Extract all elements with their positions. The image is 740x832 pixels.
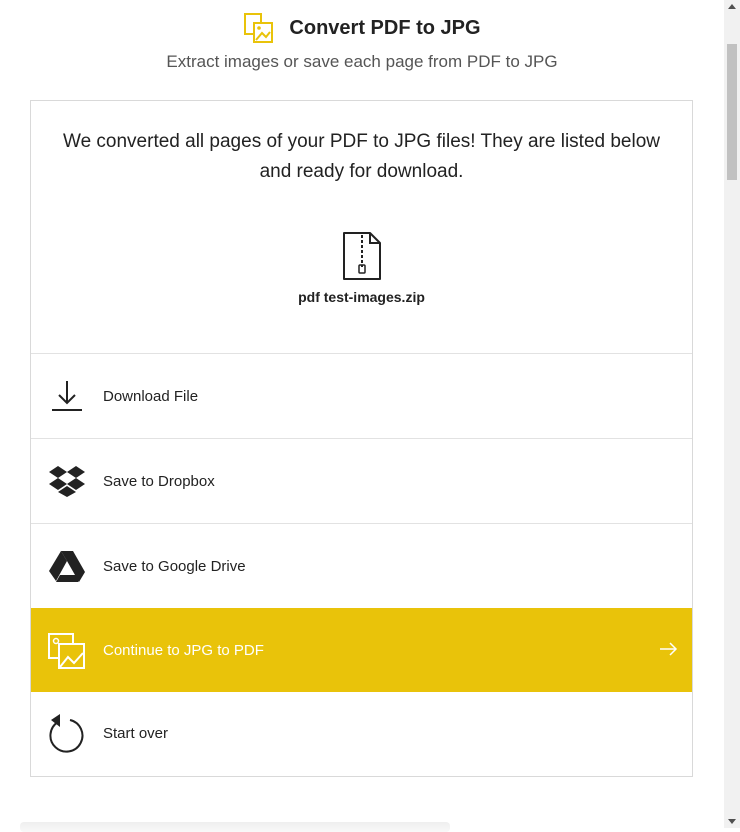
page: Convert PDF to JPG Extract images or sav… (0, 0, 724, 832)
scroll-down-arrow-icon[interactable] (728, 819, 736, 824)
bottom-shadow (20, 822, 450, 832)
continue-to-jpg-to-pdf-label: Continue to JPG to PDF (103, 642, 264, 659)
continue-to-jpg-to-pdf-button[interactable]: Continue to JPG to PDF (31, 608, 692, 692)
zip-file-name[interactable]: pdf test-images.zip (31, 289, 692, 305)
google-drive-icon (48, 547, 86, 585)
dropbox-icon (48, 462, 86, 500)
download-file-button[interactable]: Download File (31, 353, 692, 438)
images-icon (48, 632, 86, 670)
pdf-to-jpg-icon (243, 12, 275, 44)
save-to-dropbox-button[interactable]: Save to Dropbox (31, 438, 692, 523)
start-over-button[interactable]: Start over (31, 691, 692, 775)
download-file-label: Download File (103, 387, 199, 405)
scroll-up-arrow-icon[interactable] (728, 4, 736, 9)
download-icon (48, 377, 86, 415)
header: Convert PDF to JPG Extract images or sav… (0, 10, 724, 72)
scroll-thumb[interactable] (727, 44, 737, 180)
page-title: Convert PDF to JPG (289, 16, 481, 39)
result-message: We converted all pages of your PDF to JP… (62, 131, 661, 182)
vertical-scrollbar[interactable] (724, 0, 740, 828)
save-to-google-drive-button[interactable]: Save to Google Drive (31, 523, 692, 608)
save-to-dropbox-label: Save to Dropbox (103, 472, 215, 490)
result-card: We converted all pages of your PDF to JP… (30, 100, 693, 777)
title-row: Convert PDF to JPG (0, 10, 724, 46)
restart-icon (48, 714, 86, 753)
save-to-google-drive-label: Save to Google Drive (103, 557, 246, 575)
zip-file-icon[interactable] (342, 231, 382, 281)
start-over-label: Start over (103, 724, 169, 742)
page-subtitle: Extract images or save each page from PD… (166, 52, 558, 71)
arrow-right-icon (658, 639, 678, 659)
